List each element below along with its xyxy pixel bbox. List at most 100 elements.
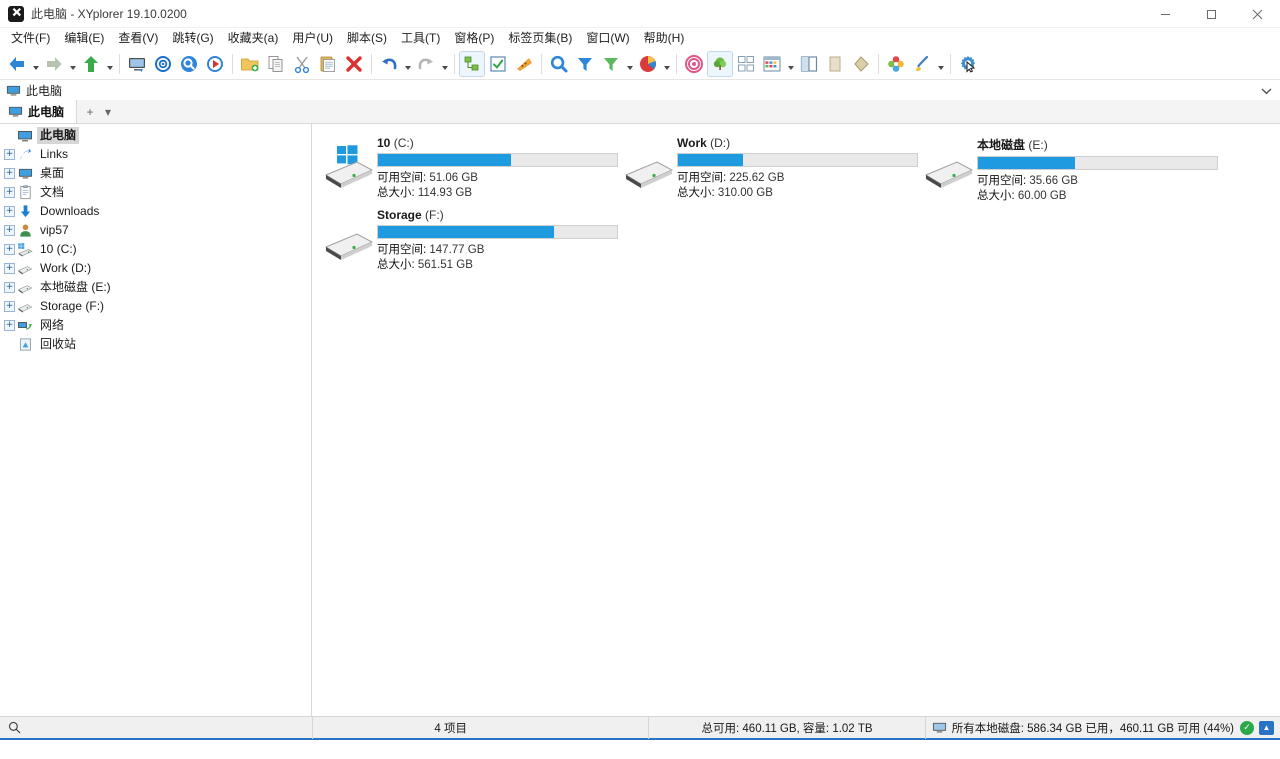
computer-icon (8, 104, 23, 119)
tree-item-links[interactable]: + Links (0, 145, 311, 164)
minimize-button[interactable] (1142, 0, 1188, 28)
menu-item-scripting[interactable]: 脚本(S) (340, 28, 394, 48)
chevron-down-icon[interactable] (1261, 84, 1272, 98)
folder-tree[interactable]: 此电脑 + Links + 桌面 + (0, 124, 312, 716)
thumbnails-icon[interactable] (733, 51, 759, 77)
tree-item-vip57[interactable]: + vip57 (0, 221, 311, 240)
cut-icon[interactable] (289, 51, 315, 77)
dual-pane-icon[interactable] (796, 51, 822, 77)
expander-icon[interactable]: + (4, 187, 15, 198)
tree-view-icon[interactable] (707, 51, 733, 77)
tree-item-label: 文档 (37, 184, 67, 201)
drive-tile-c[interactable]: 10 (C:) 可用空间: 51.06 GB 总大小: 114.93 GB (318, 132, 618, 204)
add-tab-button[interactable]: + (81, 105, 99, 119)
expander-icon[interactable]: + (4, 320, 15, 331)
up-dropdown-arrow[interactable] (104, 51, 115, 77)
computer-icon (932, 720, 947, 735)
tree-item-documents[interactable]: + 文档 (0, 183, 311, 202)
drive-tile-d[interactable]: Work (D:) 可用空间: 225.62 GB 总大小: 310.00 GB (618, 132, 918, 204)
go-icon[interactable] (202, 51, 228, 77)
spiral-icon[interactable] (681, 51, 707, 77)
back-dropdown-arrow[interactable] (30, 51, 41, 77)
tree-item-recycle-bin[interactable]: 回收站 (0, 335, 311, 354)
copy-icon[interactable] (263, 51, 289, 77)
tab-list-dropdown[interactable]: ▾ (99, 105, 117, 119)
details-dropdown-arrow[interactable] (785, 51, 796, 77)
target-icon[interactable] (150, 51, 176, 77)
expander-icon[interactable]: + (4, 206, 15, 217)
forward-icon[interactable] (41, 51, 67, 77)
menu-item-view[interactable]: 查看(V) (111, 28, 165, 48)
expander-icon[interactable]: + (4, 244, 15, 255)
expander-icon[interactable]: + (4, 168, 15, 179)
redo-icon[interactable] (413, 51, 439, 77)
menu-item-help[interactable]: 帮助(H) (637, 28, 692, 48)
computer-icon (17, 128, 33, 144)
tree-item-drive-d[interactable]: + Work (D:) (0, 259, 311, 278)
tree-item-this-pc[interactable]: 此电脑 (0, 126, 311, 145)
expander-icon[interactable]: + (4, 149, 15, 160)
drive-letter: (F:) (425, 208, 444, 222)
tree-item-drive-e[interactable]: + 本地磁盘 (E:) (0, 278, 311, 297)
menu-item-edit[interactable]: 编辑(E) (57, 28, 111, 48)
close-button[interactable] (1234, 0, 1280, 28)
undo-dropdown-arrow[interactable] (402, 51, 413, 77)
file-list-pane[interactable]: 10 (C:) 可用空间: 51.06 GB 总大小: 114.93 GB (312, 124, 1280, 716)
computer-icon[interactable] (124, 51, 150, 77)
drive-tile-f[interactable]: Storage (F:) 可用空间: 147.77 GB 总大小: 561.51… (318, 204, 618, 276)
filter-dropdown-arrow[interactable] (624, 51, 635, 77)
tab-this-pc[interactable]: 此电脑 (0, 100, 77, 123)
tree-item-network[interactable]: + 网络 (0, 316, 311, 335)
tree-item-downloads[interactable]: + Downloads (0, 202, 311, 221)
maximize-button[interactable] (1188, 0, 1234, 28)
new-folder-icon[interactable] (237, 51, 263, 77)
filter-blue-icon[interactable] (572, 51, 598, 77)
menu-item-go[interactable]: 跳转(G) (165, 28, 220, 48)
forward-dropdown-arrow[interactable] (67, 51, 78, 77)
paste-icon[interactable] (315, 51, 341, 77)
drive-total-line: 总大小: 60.00 GB (977, 189, 1218, 204)
tree-sync-icon[interactable] (459, 51, 485, 77)
checkbox-select-icon[interactable] (485, 51, 511, 77)
up-icon[interactable] (78, 51, 104, 77)
search-icon[interactable] (0, 721, 28, 734)
configure-icon[interactable] (955, 51, 981, 77)
drive-icon (17, 299, 33, 315)
menu-item-file[interactable]: 文件(F) (4, 28, 57, 48)
back-icon[interactable] (4, 51, 30, 77)
status-scroll-up-icon[interactable]: ▲ (1259, 721, 1274, 735)
expander-icon[interactable]: + (4, 282, 15, 293)
piechart-icon[interactable] (635, 51, 661, 77)
toolbar-separator (119, 54, 120, 74)
delete-icon[interactable] (341, 51, 367, 77)
expander-icon[interactable]: + (4, 225, 15, 236)
status-ok-icon[interactable]: ✓ (1240, 721, 1254, 735)
menu-item-user[interactable]: 用户(U) (285, 28, 340, 48)
address-bar[interactable]: 此电脑 (0, 80, 1280, 100)
undo-icon[interactable] (376, 51, 402, 77)
user-icon (17, 223, 33, 239)
color-filter-icon[interactable] (883, 51, 909, 77)
tree-item-drive-f[interactable]: + Storage (F:) (0, 297, 311, 316)
menu-item-window[interactable]: 窗口(W) (579, 28, 636, 48)
search-icon[interactable] (546, 51, 572, 77)
highlight-icon[interactable] (511, 51, 537, 77)
details-icon[interactable] (759, 51, 785, 77)
drive-tile-e[interactable]: 本地磁盘 (E:) 可用空间: 35.66 GB 总大小: 60.00 GB (918, 132, 1218, 204)
filter-green-icon[interactable] (598, 51, 624, 77)
redo-dropdown-arrow[interactable] (439, 51, 450, 77)
piechart-dropdown-arrow[interactable] (661, 51, 672, 77)
brush-dropdown-arrow[interactable] (935, 51, 946, 77)
menu-item-tools[interactable]: 工具(T) (394, 28, 447, 48)
preview-pane-icon[interactable] (822, 51, 848, 77)
menu-item-panes[interactable]: 窗格(P) (447, 28, 501, 48)
brush-icon[interactable] (909, 51, 935, 77)
expander-icon[interactable]: + (4, 263, 15, 274)
tag-icon[interactable] (848, 51, 874, 77)
menu-item-tabsets[interactable]: 标签页集(B) (501, 28, 579, 48)
menu-item-favorites[interactable]: 收藏夹(a) (221, 28, 286, 48)
expander-icon[interactable]: + (4, 301, 15, 312)
tree-item-drive-c[interactable]: + 10 (C:) (0, 240, 311, 259)
tree-item-desktop[interactable]: + 桌面 (0, 164, 311, 183)
find-icon[interactable] (176, 51, 202, 77)
